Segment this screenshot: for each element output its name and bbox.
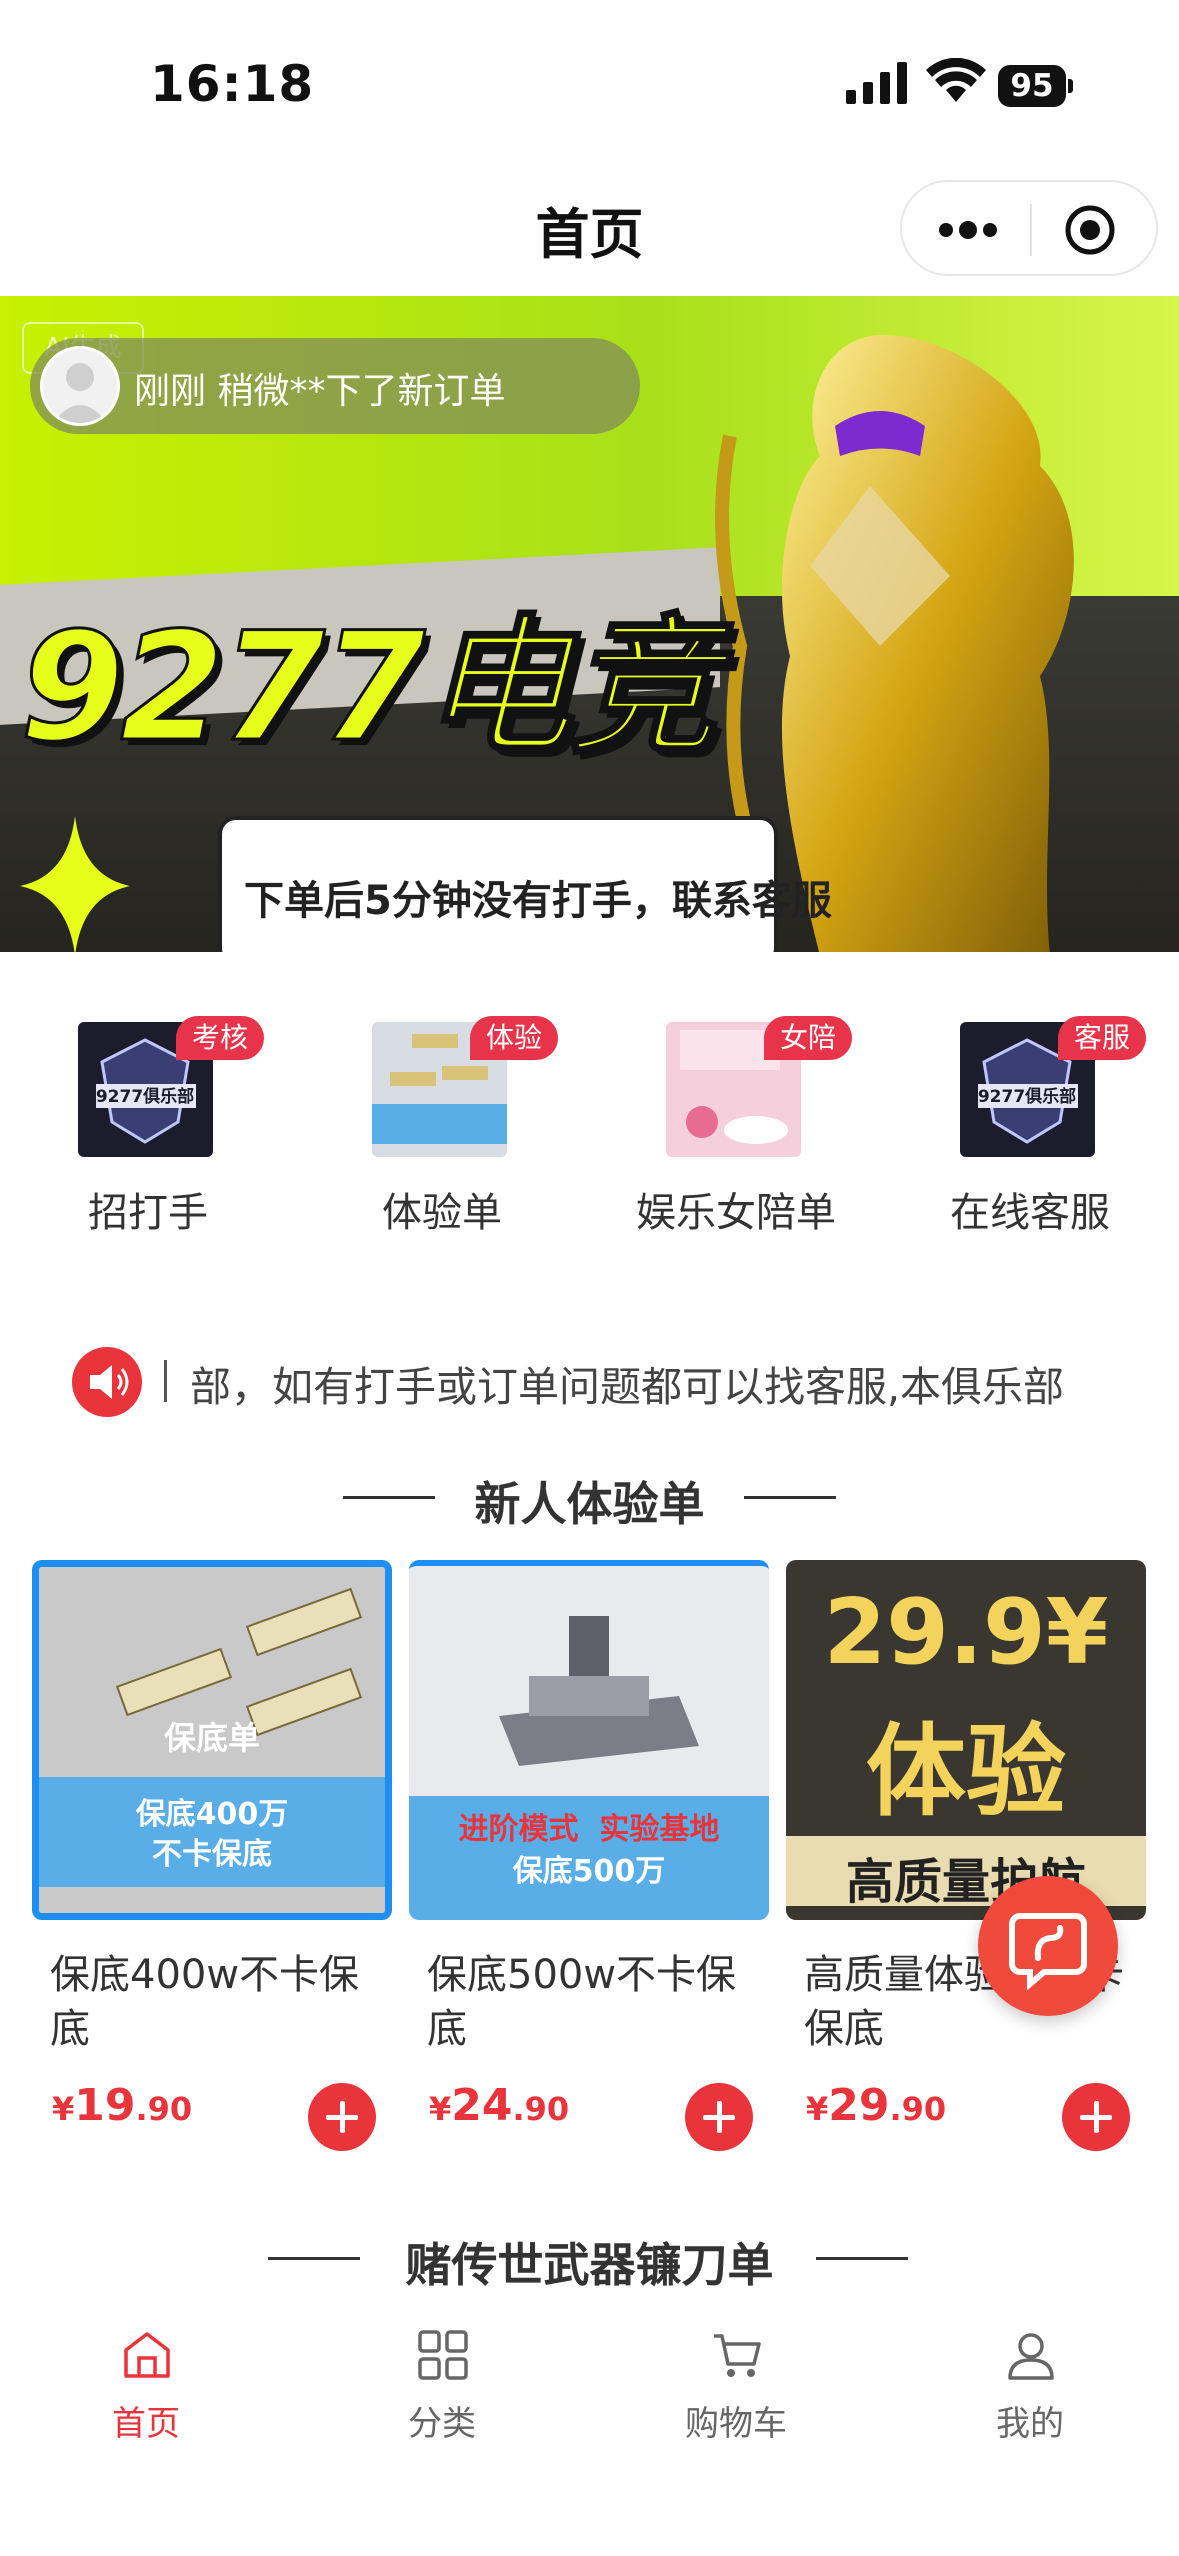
quick-menu-customer-service[interactable]: 9277俱乐部 客服 在线客服	[900, 1000, 1160, 1240]
product-name: 保底500w不卡保底	[427, 1952, 737, 2052]
section-divider-right	[744, 1496, 836, 1499]
section-divider-right	[816, 2257, 908, 2260]
megaphone-icon	[72, 1347, 142, 1417]
miniprogram-capsule	[900, 180, 1158, 276]
banner-brand-text: 9277电竞	[18, 600, 718, 777]
banner-tip-text: 下单后5分钟没有打手，联系客服	[244, 878, 832, 924]
add-to-cart-button[interactable]	[308, 2083, 376, 2151]
toast-text: 刚刚 稍微**下了新订单	[134, 371, 506, 412]
home-icon	[124, 2332, 170, 2378]
product-card[interactable]: 进阶模式 实验基地 保底500万 保底500w不卡保底 ¥24.90	[409, 1560, 769, 2151]
more-icon[interactable]	[938, 220, 998, 240]
add-to-cart-button[interactable]	[685, 2083, 753, 2151]
svg-text:9277俱乐部: 9277俱乐部	[96, 1086, 194, 1107]
tab-label: 分类	[408, 2404, 476, 2444]
banner-tip-card: 下单后5分钟没有打手，联系客服	[218, 816, 832, 952]
svg-text:9277俱乐部: 9277俱乐部	[978, 1086, 1076, 1107]
product-image-line2: 不卡保底	[152, 1837, 272, 1872]
product-price: ¥19.90	[52, 2080, 193, 2131]
sparkle-icon	[20, 816, 130, 952]
default-avatar-icon	[53, 363, 107, 423]
bottom-tab-bar: 首页 分类 购物车 我的	[0, 2290, 1179, 2556]
quick-menu-trial-order[interactable]: 体验 体验单	[312, 1000, 572, 1240]
new-order-toast: 刚刚 稍微**下了新订单	[30, 338, 640, 434]
tab-label: 购物车	[685, 2404, 787, 2444]
user-icon	[1008, 2333, 1054, 2380]
floating-chat-button[interactable]	[978, 1876, 1118, 2016]
tab-cart[interactable]: 购物车	[606, 2290, 866, 2470]
product-image-line2: 保底500万	[512, 1854, 666, 1889]
product-name: 保底400w不卡保底	[50, 1952, 360, 2052]
quick-menu-label: 在线客服	[950, 1190, 1110, 1236]
quick-menu-badge: 客服	[1058, 1016, 1147, 1060]
section-title-new-user: 新人体验单	[474, 1477, 705, 1531]
close-miniprogram-icon[interactable]	[1064, 204, 1116, 256]
tab-label: 首页	[112, 2404, 180, 2444]
product-image-line1: 29.9¥	[823, 1580, 1109, 1685]
product-image-title: 保底单	[163, 1719, 260, 1757]
quick-menu-recruit[interactable]: 9277俱乐部 考核 招打手	[18, 1000, 278, 1240]
quick-menu-badge: 女陪	[764, 1016, 853, 1060]
chat-icon	[1009, 1913, 1087, 1991]
notice-marquee-text[interactable]: 部，如有打手或订单问题都可以找客服,本俱乐部	[190, 1353, 1064, 1413]
product-image: 29.9¥ 体验 高质量护航	[786, 1560, 1146, 1920]
status-time: 16:18	[150, 55, 315, 113]
avatar	[40, 346, 120, 426]
cart-icon	[714, 2334, 761, 2377]
product-image-line1: 保底400万	[135, 1797, 289, 1832]
product-image: 保底单 保底400万 不卡保底	[32, 1560, 392, 1920]
product-image: 进阶模式 实验基地 保底500万	[409, 1560, 769, 1920]
quick-menu-badge: 体验	[470, 1016, 559, 1060]
cellular-signal-icon	[846, 62, 907, 104]
wifi-icon	[926, 58, 986, 102]
battery-icon: 95	[998, 65, 1074, 107]
category-grid-icon	[418, 2330, 468, 2380]
product-price: ¥24.90	[429, 2080, 570, 2131]
tab-label: 我的	[996, 2404, 1064, 2444]
notice-divider	[164, 1360, 167, 1402]
product-card[interactable]: 保底单 保底400万 不卡保底 保底400w不卡保底 ¥19.90	[32, 1560, 392, 2151]
quick-menu-label: 娱乐女陪单	[636, 1190, 836, 1236]
product-price: ¥29.90	[806, 2080, 947, 2131]
quick-menu-label: 体验单	[382, 1190, 502, 1236]
quick-menu-label: 招打手	[88, 1190, 208, 1236]
section-title-weapons: 赌传世武器镰刀单	[405, 2238, 774, 2292]
product-image-line1: 进阶模式 实验基地	[458, 1812, 720, 1847]
quick-menu-companion-order[interactable]: 女陪 娱乐女陪单	[606, 1000, 866, 1240]
tab-home[interactable]: 首页	[16, 2290, 276, 2470]
tab-category[interactable]: 分类	[312, 2290, 572, 2470]
quick-menu-badge: 考核	[176, 1016, 265, 1060]
tab-profile[interactable]: 我的	[900, 2290, 1160, 2470]
product-image-line2: 体验	[866, 1713, 1066, 1830]
battery-level: 95	[998, 65, 1066, 107]
add-to-cart-button[interactable]	[1062, 2083, 1130, 2151]
